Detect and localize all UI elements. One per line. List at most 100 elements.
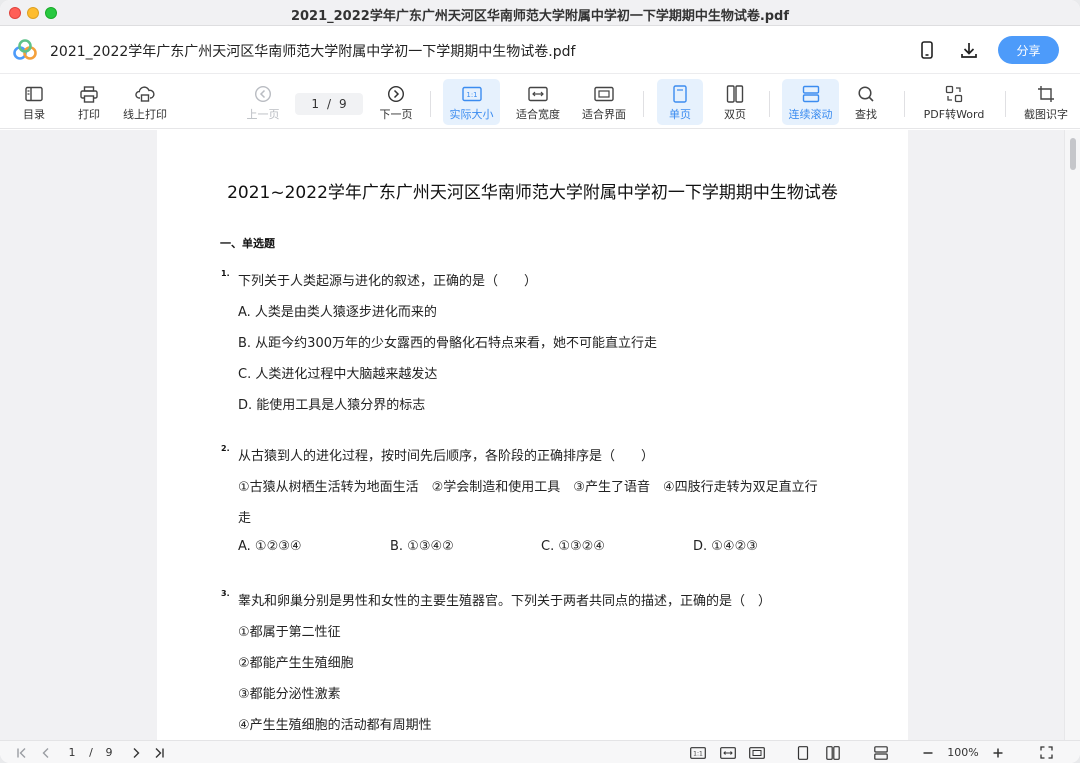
question-item: ④产生生殖细胞的活动都有周期性 (238, 718, 432, 733)
find-label: 查找 (855, 108, 877, 121)
option-a: A. ①②③④ (238, 539, 302, 554)
single-page-icon (670, 84, 690, 104)
double-page-label: 双页 (724, 108, 746, 121)
double-page-icon[interactable] (824, 744, 842, 761)
next-page-label: 下一页 (379, 108, 413, 121)
toc-label: 目录 (23, 108, 45, 121)
print-button[interactable]: 打印 (69, 79, 109, 125)
title-bar: 2021_2022学年广东广州天河区华南师范大学附属中学初一下学期期中生物试卷.… (0, 0, 1080, 26)
single-page-label: 单页 (669, 108, 691, 121)
prev-page-label: 上一页 (246, 108, 280, 121)
question-number: 2. (221, 444, 230, 453)
fit-width-icon[interactable] (718, 744, 738, 761)
scrollbar-thumb[interactable] (1070, 138, 1076, 170)
next-page-icon[interactable] (128, 744, 144, 761)
fit-page-icon (594, 84, 614, 104)
print-label: 打印 (78, 108, 100, 121)
option-d: D. 能使用工具是人猿分界的标志 (238, 398, 426, 413)
question-text-line: ①古猿从树栖生活转为地面生活 ②学会制造和使用工具 ③产生了语音 ④四肢行走转为… (238, 480, 818, 495)
status-total-pages: 9 (105, 746, 113, 759)
online-print-label: 线上打印 (123, 108, 167, 121)
toolbar: 目录 打印 线上打印 上一页 1 / 9 下一页 1:1 实际大小 适合宽度 适… (0, 75, 1080, 129)
question-stem: 下列关于人类起源与进化的叙述，正确的是（ ） (238, 274, 538, 289)
pdf-to-word-button[interactable]: PDF转Word (920, 79, 988, 125)
double-page-icon (725, 84, 745, 104)
question-item: ②都能产生生殖细胞 (238, 656, 354, 671)
single-page-icon[interactable] (795, 744, 811, 761)
toolbar-divider (1005, 91, 1006, 117)
toc-icon (24, 84, 44, 104)
pdf-to-word-label: PDF转Word (923, 108, 985, 121)
actual-size-icon: 1:1 (461, 84, 482, 104)
prev-page-icon[interactable] (38, 744, 54, 761)
current-page: 1 (311, 97, 319, 111)
first-page-icon[interactable] (14, 744, 30, 761)
option-b: B. ①③④② (390, 539, 454, 554)
convert-icon (944, 84, 964, 104)
app-logo-icon (13, 39, 37, 61)
app-window: 2021_2022学年广东广州天河区华南师范大学附属中学初一下学期期中生物试卷.… (0, 0, 1080, 763)
last-page-icon[interactable] (151, 744, 167, 761)
actual-size-icon[interactable]: 1:1 (688, 744, 708, 761)
search-icon (856, 84, 876, 104)
mobile-phone-icon[interactable] (916, 39, 938, 61)
cloud-print-icon (135, 84, 155, 104)
continuous-scroll-button[interactable]: 连续滚动 (782, 79, 839, 125)
question-number: 1. (221, 269, 230, 278)
continuous-scroll-label: 连续滚动 (788, 108, 833, 121)
page-separator: / (326, 97, 332, 111)
vertical-scrollbar[interactable] (1064, 130, 1080, 740)
fit-width-label: 适合宽度 (516, 108, 560, 121)
file-name: 2021_2022学年广东广州天河区华南师范大学附属中学初一下学期期中生物试卷.… (50, 44, 576, 60)
next-page-button[interactable]: 下一页 (376, 79, 416, 125)
prev-page-button[interactable]: 上一页 (243, 79, 283, 125)
option-b: B. 从距今约300万年的少女露西的骨骼化石特点来看，她不可能直立行走 (238, 336, 657, 351)
double-page-button[interactable]: 双页 (714, 79, 756, 125)
status-bar: 1 / 9 1:1 100% (0, 740, 1080, 763)
fit-page-icon[interactable] (747, 744, 767, 761)
window-title: 2021_2022学年广东广州天河区华南师范大学附属中学初一下学期期中生物试卷.… (290, 9, 790, 24)
online-print-button[interactable]: 线上打印 (118, 79, 172, 125)
question-stem: 从古猿到人的进化过程，按时间先后顺序，各阶段的正确排序是（ ） (238, 449, 655, 464)
option-d: D. ①④②③ (693, 539, 758, 554)
option-a: A. 人类是由类人猿逐步进化而来的 (238, 305, 437, 320)
status-page-separator: / (89, 746, 93, 759)
fit-page-button[interactable]: 适合界面 (578, 79, 630, 125)
find-button[interactable]: 查找 (847, 79, 885, 125)
page-number-input[interactable]: 1 / 9 (295, 93, 363, 115)
continuous-scroll-icon[interactable] (872, 744, 890, 761)
screenshot-ocr-button[interactable]: 截图识字 (1019, 79, 1073, 125)
document-viewport[interactable]: 2021~2022学年广东广州天河区华南师范大学附属中学初一下学期期中生物试卷 … (0, 130, 1080, 740)
svg-text:1:1: 1:1 (693, 750, 703, 757)
share-button[interactable]: 分享 (998, 36, 1059, 64)
printer-icon (79, 84, 99, 104)
crop-icon (1036, 84, 1056, 104)
screenshot-ocr-label: 截图识字 (1024, 108, 1068, 121)
question-item: ③都能分泌性激素 (238, 687, 341, 702)
section-heading: 一、单选题 (220, 237, 275, 250)
continuous-scroll-icon (801, 84, 821, 104)
zoom-level[interactable]: 100% (943, 744, 983, 761)
question-text-line: 走 (238, 511, 252, 526)
toolbar-divider (904, 91, 905, 117)
zoom-in-icon[interactable] (990, 744, 1006, 761)
download-icon[interactable] (958, 39, 980, 61)
fit-page-label: 适合界面 (582, 108, 626, 121)
toolbar-divider (769, 91, 770, 117)
document-title: 2021~2022学年广东广州天河区华南师范大学附属中学初一下学期期中生物试卷 (227, 183, 838, 203)
svg-text:1:1: 1:1 (466, 91, 477, 99)
question-item: ①都属于第二性征 (238, 625, 341, 640)
status-current-page[interactable]: 1 (64, 744, 80, 761)
fit-width-icon (528, 84, 548, 104)
fullscreen-icon[interactable] (1038, 744, 1054, 761)
toolbar-divider (430, 91, 431, 117)
actual-size-button[interactable]: 1:1 实际大小 (443, 79, 500, 125)
single-page-button[interactable]: 单页 (657, 79, 703, 125)
zoom-out-icon[interactable] (920, 744, 936, 761)
fit-width-button[interactable]: 适合宽度 (512, 79, 564, 125)
chevron-left-circle-icon (253, 84, 273, 104)
file-header: 2021_2022学年广东广州天河区华南师范大学附属中学初一下学期期中生物试卷.… (0, 27, 1080, 74)
pdf-page: 2021~2022学年广东广州天河区华南师范大学附属中学初一下学期期中生物试卷 … (157, 130, 908, 740)
toc-button[interactable]: 目录 (14, 79, 54, 125)
option-c: C. 人类进化过程中大脑越来越发达 (238, 367, 438, 382)
